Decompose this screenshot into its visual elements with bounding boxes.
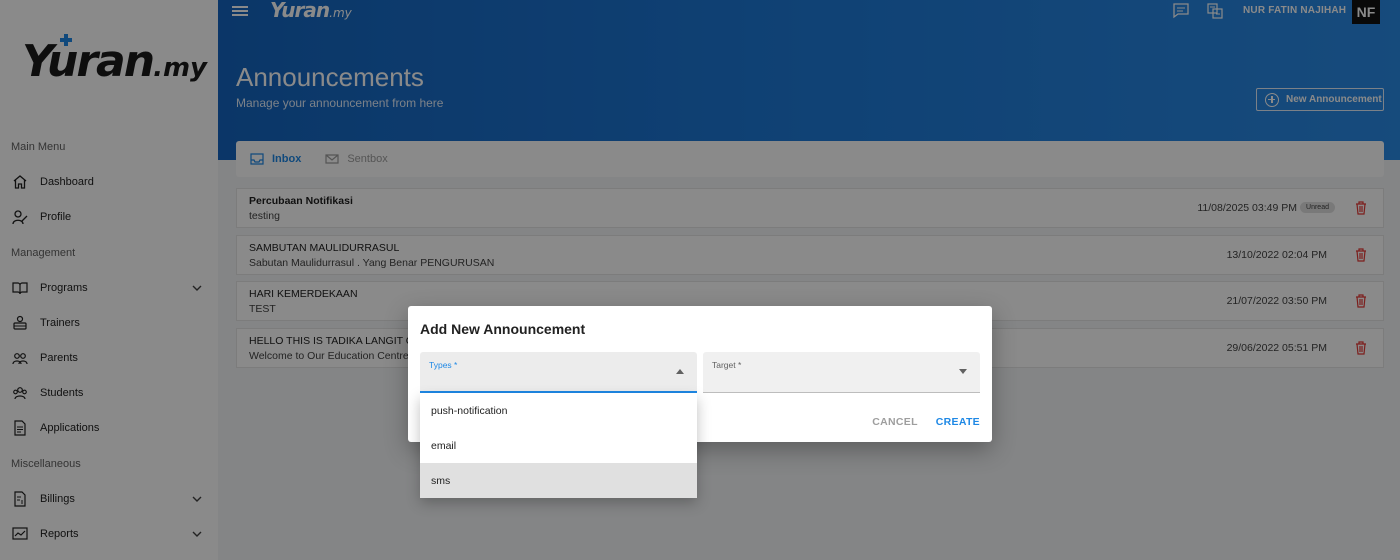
types-dropdown-menu: push-notification email sms [420, 393, 697, 498]
types-select[interactable]: Types * [420, 352, 697, 393]
target-label: Target * [712, 360, 742, 370]
create-button[interactable]: CREATE [936, 416, 980, 428]
caret-up-icon [676, 369, 684, 374]
types-label: Types * [429, 360, 458, 370]
caret-down-icon [959, 369, 967, 374]
cancel-button[interactable]: CANCEL [872, 416, 918, 428]
option-sms[interactable]: sms [420, 463, 697, 498]
option-push-notification[interactable]: push-notification [420, 393, 697, 428]
dialog-title: Add New Announcement [420, 321, 586, 337]
option-email[interactable]: email [420, 428, 697, 463]
target-select[interactable]: Target * [703, 352, 980, 393]
modal-backdrop[interactable] [0, 0, 1400, 560]
